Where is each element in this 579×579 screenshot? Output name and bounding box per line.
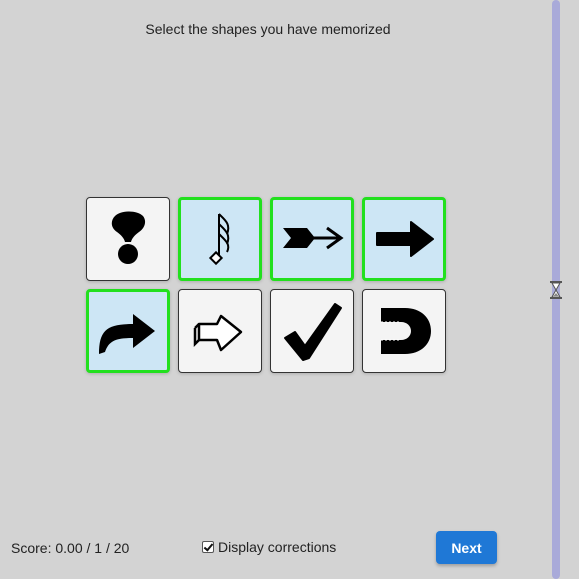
shape-card-7[interactable]: [270, 289, 354, 373]
display-corrections-toggle[interactable]: Display corrections: [202, 539, 336, 555]
shape-card-5[interactable]: [86, 289, 170, 373]
hourglass-icon: [550, 281, 562, 299]
exclamation-blob-icon: [111, 211, 146, 264]
checkmark-icon: [284, 303, 342, 361]
curved-arrow-icon: [99, 314, 155, 354]
shape-card-4[interactable]: [362, 197, 446, 281]
next-button[interactable]: Next: [436, 531, 497, 564]
feathered-arrow-icon: [283, 226, 344, 250]
instruction-text: Select the shapes you have memorized: [145, 21, 391, 37]
shape-card-3[interactable]: [270, 197, 354, 281]
shape-grid: [86, 197, 452, 379]
display-corrections-label: Display corrections: [218, 539, 337, 555]
outline-arrow-icon: [193, 314, 243, 352]
score-text: Score: 0.00 / 1 / 20: [11, 540, 130, 556]
bold-right-arrow-icon: [376, 221, 434, 257]
shape-card-1[interactable]: [86, 197, 170, 281]
shape-card-2[interactable]: [178, 197, 262, 281]
display-corrections-checkbox[interactable]: [202, 541, 214, 553]
shape-card-6[interactable]: [178, 289, 262, 373]
cut-circle-arrow-icon: [381, 308, 431, 354]
music-note-icon: [208, 213, 230, 266]
shape-card-8[interactable]: [362, 289, 446, 373]
